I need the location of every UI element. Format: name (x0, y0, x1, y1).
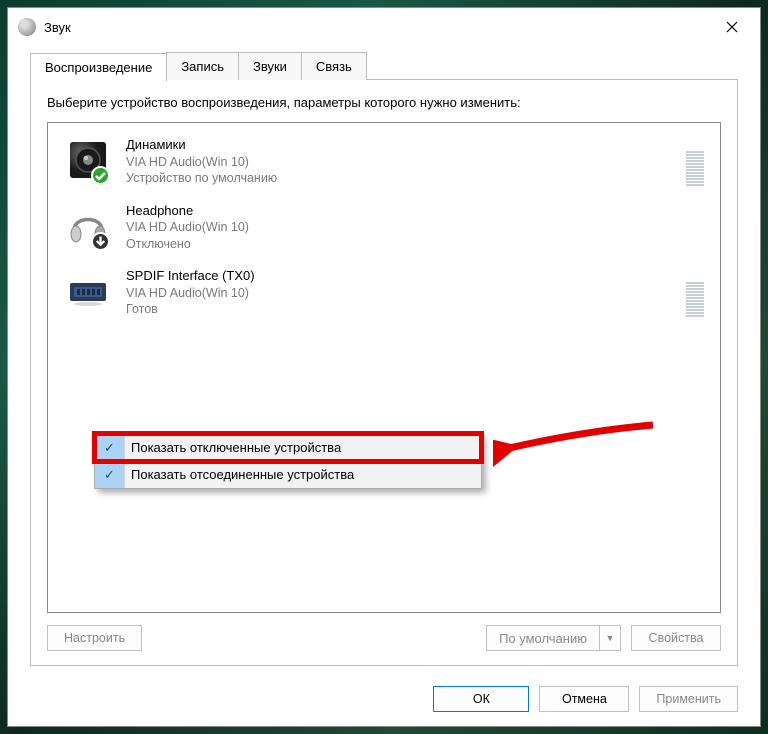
device-name: Динамики (126, 137, 672, 154)
ctx-show-disconnected[interactable]: ✓ Показать отсоединенные устройства (95, 461, 481, 488)
chevron-down-icon[interactable]: ▼ (600, 633, 620, 643)
playback-panel: Выберите устройство воспроизведения, пар… (30, 79, 738, 666)
device-driver: VIA HD Audio(Win 10) (126, 154, 672, 170)
close-button[interactable] (710, 12, 754, 42)
context-menu: ✓ Показать отключенные устройства ✓ Пока… (94, 433, 482, 489)
check-icon: ✓ (95, 461, 125, 488)
tab-strip: Воспроизведение Запись Звуки Связь (8, 52, 760, 80)
instruction-text: Выберите устройство воспроизведения, пар… (47, 94, 721, 112)
check-badge-icon (91, 166, 110, 185)
device-name: SPDIF Interface (TX0) (126, 268, 672, 285)
panel-button-row: Настроить По умолчанию ▼ Свойства (47, 625, 721, 651)
ok-button[interactable]: ОК (433, 686, 529, 712)
device-status: Устройство по умолчанию (126, 170, 672, 186)
tab-communications[interactable]: Связь (301, 52, 367, 80)
level-meter (686, 138, 704, 186)
level-meter (686, 269, 704, 317)
disabled-badge-icon (91, 232, 110, 251)
set-default-label: По умолчанию (487, 626, 600, 650)
device-status: Отключено (126, 236, 704, 252)
device-name: Headphone (126, 203, 704, 220)
check-icon: ✓ (95, 434, 125, 461)
set-default-button[interactable]: По умолчанию ▼ (486, 625, 621, 651)
device-item-headphone[interactable]: Headphone VIA HD Audio(Win 10) Отключено (54, 195, 714, 260)
annotation-arrow-icon (493, 413, 663, 473)
spdif-icon (64, 267, 112, 315)
apply-button[interactable]: Применить (639, 686, 738, 712)
device-status: Готов (126, 301, 672, 317)
device-item-speakers[interactable]: Динамики VIA HD Audio(Win 10) Устройство… (54, 129, 714, 194)
ctx-show-disabled[interactable]: ✓ Показать отключенные устройства (95, 434, 481, 461)
properties-button[interactable]: Свойства (631, 625, 721, 651)
ctx-item-label: Показать отсоединенные устройства (131, 467, 354, 482)
sound-dialog: Звук Воспроизведение Запись Звуки Связь … (7, 7, 761, 727)
device-driver: VIA HD Audio(Win 10) (126, 219, 704, 235)
window-title: Звук (44, 20, 71, 35)
tab-sounds[interactable]: Звуки (238, 52, 302, 80)
device-item-spdif[interactable]: SPDIF Interface (TX0) VIA HD Audio(Win 1… (54, 260, 714, 325)
cancel-button[interactable]: Отмена (539, 686, 629, 712)
device-list[interactable]: Динамики VIA HD Audio(Win 10) Устройство… (47, 122, 721, 613)
tab-recording[interactable]: Запись (166, 52, 239, 80)
tab-playback[interactable]: Воспроизведение (30, 53, 167, 81)
sound-icon (18, 18, 36, 36)
close-icon (726, 21, 738, 33)
device-driver: VIA HD Audio(Win 10) (126, 285, 672, 301)
ctx-item-label: Показать отключенные устройства (131, 440, 341, 455)
titlebar: Звук (8, 8, 760, 46)
configure-button[interactable]: Настроить (47, 625, 142, 651)
dialog-footer: ОК Отмена Применить (8, 676, 760, 726)
